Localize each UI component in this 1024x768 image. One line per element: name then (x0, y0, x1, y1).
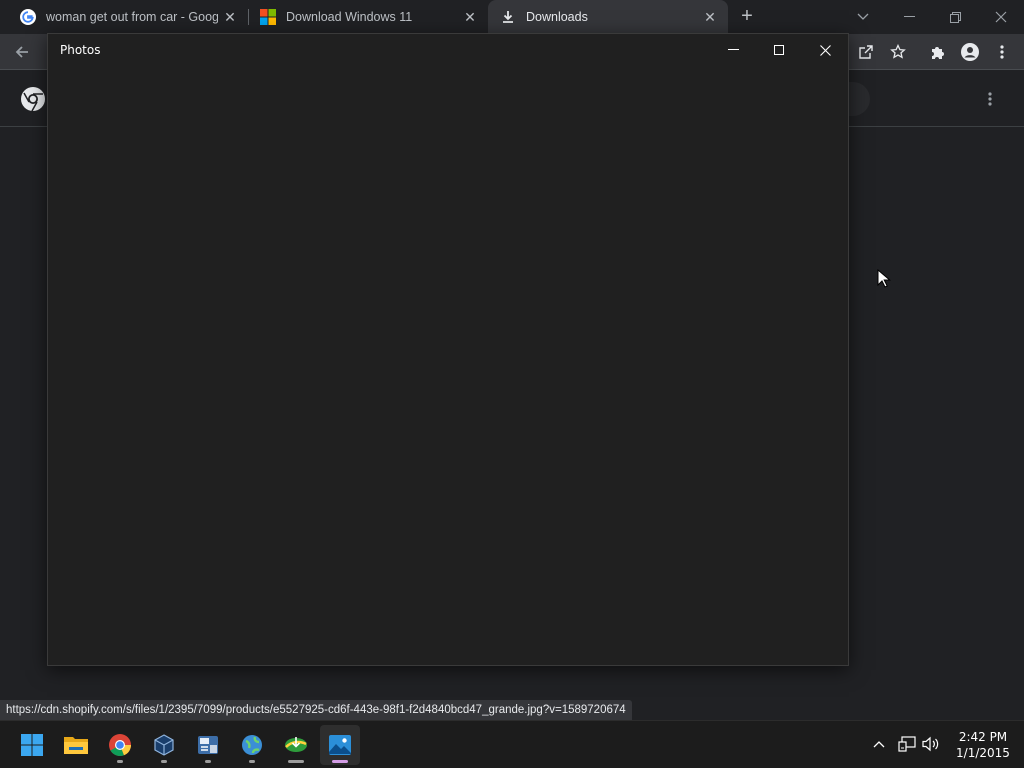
clock-date: 1/1/2015 (956, 746, 1010, 760)
tab-search-button[interactable] (840, 0, 886, 34)
close-icon (819, 44, 831, 56)
running-indicator (205, 760, 211, 763)
profile-button[interactable] (958, 40, 982, 64)
volume-button[interactable] (920, 733, 942, 755)
clock-time: 2:42 PM (958, 730, 1008, 744)
chrome-icon (109, 734, 132, 757)
puzzle-piece-icon (932, 47, 944, 59)
google-g-icon (20, 9, 36, 25)
star-icon (890, 44, 906, 59)
chevron-down-icon (857, 13, 869, 20)
tab-download-windows[interactable]: Download Windows 11 ✕ (248, 0, 488, 34)
back-arrow-icon (15, 46, 28, 58)
running-indicator (117, 760, 123, 763)
share-button[interactable] (854, 40, 878, 64)
active-indicator (332, 760, 348, 763)
taskbar-chrome[interactable] (100, 725, 140, 765)
download-icon (503, 11, 513, 23)
network-wired-icon (898, 736, 916, 752)
window-title: Photos (60, 43, 101, 57)
photos-close-button[interactable] (802, 34, 848, 66)
calculator-app-icon (198, 736, 218, 754)
minimize-icon (727, 49, 739, 50)
share-icon (859, 45, 873, 59)
extensions-button[interactable] (926, 40, 950, 64)
taskbar-virtualbox[interactable] (144, 725, 184, 765)
network-status-button[interactable] (896, 733, 918, 755)
start-button[interactable] (12, 725, 52, 765)
tab-close-icon[interactable]: ✕ (462, 9, 478, 25)
minimize-icon (903, 16, 915, 17)
photos-maximize-button[interactable] (756, 34, 802, 66)
taskbar-download-manager[interactable] (276, 725, 316, 765)
restore-browser-button[interactable] (932, 0, 978, 34)
back-button[interactable] (10, 40, 34, 64)
close-browser-button[interactable] (978, 0, 1024, 34)
tab-google-search[interactable]: woman get out from car - Google ✕ (8, 0, 248, 34)
tab-title: Downloads (526, 10, 588, 24)
browser-tab-strip: woman get out from car - Google ✕ Downlo… (0, 0, 1024, 34)
tab-title: woman get out from car - Google (46, 10, 218, 24)
running-indicator (249, 760, 255, 763)
downloads-more-actions-button[interactable] (986, 92, 994, 106)
browser-menu-button[interactable] (990, 40, 1014, 64)
taskbar-clock[interactable]: 2:42 PM 1/1/2015 (952, 729, 1014, 761)
chevron-up-icon (873, 741, 885, 748)
taskbar-photos[interactable] (320, 725, 360, 765)
maximize-icon (774, 45, 784, 55)
link-status-bubble: https://cdn.shopify.com/s/files/1/2395/7… (0, 700, 632, 720)
network-globe-icon (242, 735, 262, 755)
tab-downloads[interactable]: Downloads ✕ (488, 0, 728, 34)
windows-start-icon (21, 734, 43, 756)
bookmark-button[interactable] (886, 40, 910, 64)
photo-viewer-canvas (48, 66, 848, 665)
kebab-menu-icon (988, 92, 992, 106)
taskbar-file-explorer[interactable] (56, 725, 96, 765)
profile-avatar-icon (961, 43, 979, 61)
virtualbox-icon (154, 734, 174, 756)
running-indicator (288, 760, 304, 763)
internet-download-manager-icon (285, 737, 307, 752)
speaker-icon (922, 736, 939, 752)
restore-icon (949, 11, 961, 23)
tab-title: Download Windows 11 (286, 10, 413, 24)
running-indicator (161, 760, 167, 763)
taskbar-network-tool[interactable] (232, 725, 272, 765)
close-icon (995, 11, 1007, 23)
new-tab-button[interactable]: + (736, 6, 758, 28)
photos-icon (329, 735, 351, 755)
windows-taskbar: 2:42 PM 1/1/2015 (0, 720, 1024, 768)
taskbar-calculator[interactable] (188, 725, 228, 765)
chrome-logo-icon (20, 86, 46, 112)
kebab-menu-icon (1000, 45, 1004, 59)
microsoft-logo-icon (260, 9, 276, 25)
tab-close-icon[interactable]: ✕ (222, 9, 238, 25)
tab-close-icon[interactable]: ✕ (702, 9, 718, 25)
minimize-browser-button[interactable] (886, 0, 932, 34)
show-hidden-icons-button[interactable] (868, 733, 890, 755)
file-explorer-icon (64, 737, 88, 754)
mouse-pointer-icon (877, 269, 891, 288)
photos-app-window[interactable]: Photos (47, 33, 849, 666)
photos-minimize-button[interactable] (710, 34, 756, 66)
